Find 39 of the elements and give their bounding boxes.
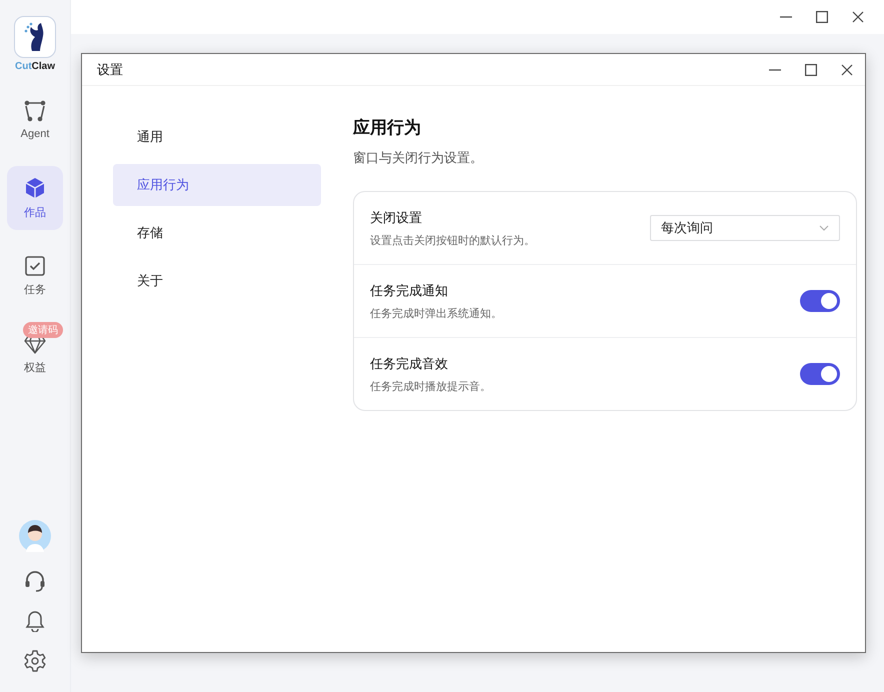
settings-menu-item[interactable]: 应用行为 — [113, 164, 321, 206]
settings-menu-item[interactable]: 通用 — [113, 116, 321, 158]
app-logo — [14, 16, 56, 58]
cube-icon — [24, 176, 46, 198]
chevron-down-icon — [819, 225, 829, 231]
settings-menu-item[interactable]: 存储 — [113, 212, 321, 254]
setting-description: 任务完成时弹出系统通知。 — [370, 306, 503, 320]
nav-label: 作品 — [24, 206, 46, 220]
section-title: 应用行为 — [353, 117, 422, 139]
avatar-icon[interactable] — [19, 520, 51, 552]
setting-title: 任务完成音效 — [370, 354, 449, 372]
settings-icon[interactable] — [24, 650, 46, 672]
dropdown[interactable]: 每次询问 — [650, 215, 840, 241]
toggle-switch[interactable] — [800, 290, 840, 312]
close-icon — [841, 64, 853, 76]
nodes-icon — [23, 100, 47, 122]
setting-description: 任务完成时播放提示音。 — [370, 380, 492, 394]
setting-title: 任务完成通知 — [370, 282, 449, 300]
close-icon — [852, 11, 864, 23]
nav-item[interactable]: 作品 — [7, 166, 63, 230]
checkbox-icon — [25, 256, 45, 276]
nav-item[interactable]: Agent — [7, 88, 63, 152]
bell-icon[interactable] — [25, 610, 45, 632]
maximize-icon — [805, 64, 817, 76]
brand-name: CutClaw — [14, 61, 55, 72]
nav-label: Agent — [20, 128, 50, 140]
nav-label: 任务 — [24, 282, 46, 296]
toggle-switch[interactable] — [800, 363, 840, 385]
nav-item[interactable]: 邀请码 权益 — [7, 322, 63, 386]
nav-item[interactable]: 任务 — [7, 244, 63, 308]
nav-badge: 邀请码 — [23, 322, 63, 338]
setting-description: 设置点击关闭按钮时的默认行为。 — [370, 234, 536, 248]
setting-title: 关闭设置 — [370, 208, 423, 226]
section-subtitle: 窗口与关闭行为设置。 — [353, 149, 484, 167]
settings-menu-item[interactable]: 关于 — [113, 260, 321, 302]
dialog-title: 设置 — [97, 60, 124, 78]
nav-label: 权益 — [24, 360, 46, 374]
maximize-icon — [816, 11, 828, 23]
headset-icon[interactable] — [24, 570, 46, 592]
